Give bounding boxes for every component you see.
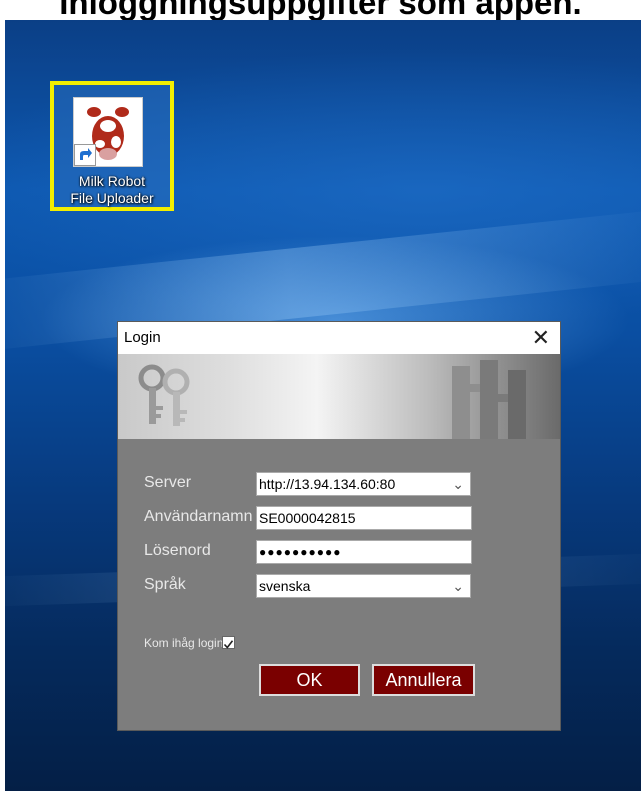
windows-desktop: Milk Robot File Uploader Login ✕ Server … (5, 20, 641, 791)
dialog-banner (118, 354, 560, 439)
language-label: Språk (144, 576, 186, 593)
password-input[interactable]: ●●●●●●●●●● (256, 540, 472, 564)
cow-logo-icon (73, 97, 143, 167)
cancel-button[interactable]: Annullera (372, 664, 475, 696)
desktop-icon-label: Milk Robot File Uploader (54, 173, 170, 207)
dialog-titlebar: Login ✕ (118, 322, 560, 354)
login-dialog: Login ✕ Server http://13.94.134.60:80 ⌄ … (117, 321, 561, 731)
page-caption: Inloggningsuppgifter som appen. (59, 0, 582, 21)
server-value: http://13.94.134.60:80 (259, 476, 396, 492)
username-input[interactable]: SE0000042815 (256, 506, 472, 530)
username-value: SE0000042815 (259, 510, 356, 526)
chevron-down-icon: ⌄ (452, 578, 464, 594)
desktop-icon-label-line1: Milk Robot (78, 173, 146, 189)
language-value: svenska (259, 578, 311, 594)
dialog-title: Login (124, 329, 161, 346)
chevron-down-icon: ⌄ (452, 476, 464, 492)
language-select[interactable]: svenska ⌄ (256, 574, 471, 598)
username-label: Användarnamn (144, 508, 253, 525)
remember-login-label: Kom ihåg login (144, 636, 224, 650)
desktop-shortcut-milk-robot[interactable]: Milk Robot File Uploader (50, 81, 174, 211)
close-icon[interactable]: ✕ (532, 325, 550, 351)
server-select[interactable]: http://13.94.134.60:80 ⌄ (256, 472, 471, 496)
keys-icon (138, 364, 190, 426)
server-label: Server (144, 474, 192, 491)
shortcut-arrow-icon (74, 144, 96, 166)
ok-button[interactable]: OK (259, 664, 360, 696)
keys-watermark-icon (452, 360, 526, 439)
checkmark-icon (223, 640, 234, 649)
remember-login-checkbox[interactable] (222, 636, 235, 649)
desktop-icon-label-line2: File Uploader (70, 190, 154, 206)
password-value: ●●●●●●●●●● (259, 545, 342, 559)
password-label: Lösenord (144, 542, 211, 559)
